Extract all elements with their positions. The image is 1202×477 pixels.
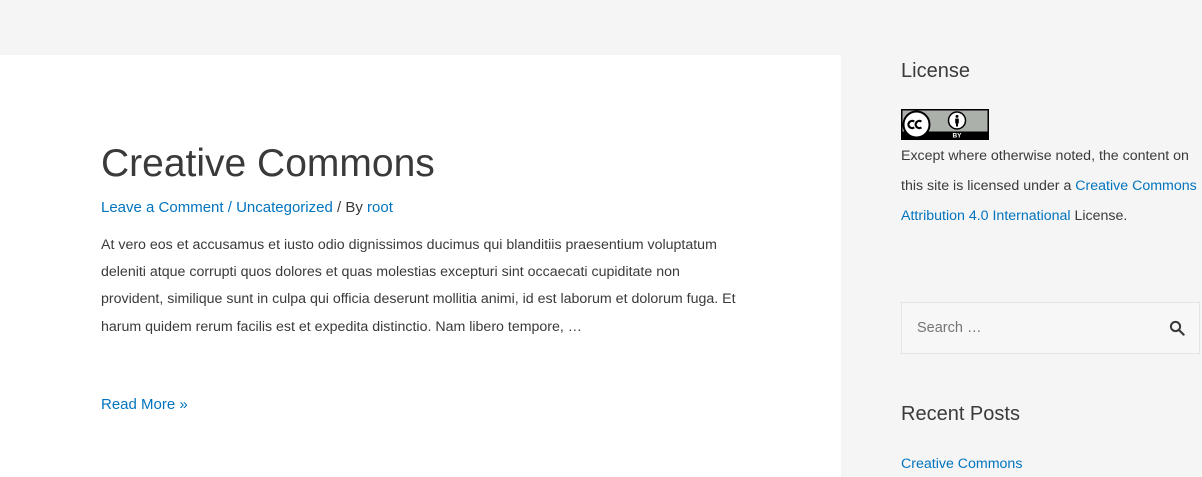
search-input[interactable] (902, 303, 1152, 353)
license-text: Except where otherwise noted, the conten… (901, 141, 1201, 231)
search-form (901, 302, 1200, 354)
author-link[interactable]: root (367, 199, 393, 216)
post-meta: Leave a Comment / Uncategorized / By roo… (101, 198, 393, 218)
by-prefix: / By (332, 199, 368, 216)
meta-separator: / (223, 199, 237, 216)
post-excerpt: At vero eos et accusamus et iusto odio d… (101, 237, 736, 335)
cc-by-label: BY (952, 133, 962, 140)
read-more-link[interactable]: Read More » (101, 395, 188, 415)
recent-post-link[interactable]: Creative Commons (901, 456, 1022, 472)
recent-posts-title: Recent Posts (901, 403, 1020, 425)
search-icon[interactable] (1169, 320, 1185, 336)
category-link[interactable]: Uncategorized (236, 199, 333, 216)
license-widget-title: License (901, 60, 970, 82)
list-item: Creative Commons (901, 456, 1022, 472)
post-title[interactable]: Creative Commons (101, 142, 435, 186)
license-text-after: License. (1070, 208, 1128, 224)
page: Creative Commons Leave a Comment / Uncat… (0, 0, 1202, 477)
cc-by-icon[interactable]: BY (901, 109, 989, 140)
leave-comment-link[interactable]: Leave a Comment (101, 199, 224, 216)
recent-posts-list: Creative Commons (901, 456, 1022, 472)
